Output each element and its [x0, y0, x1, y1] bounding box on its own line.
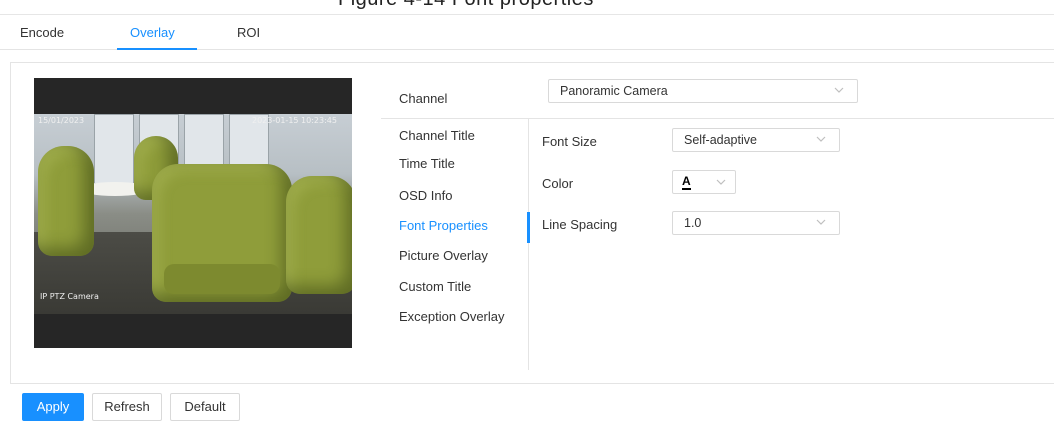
chevron-down-icon — [816, 136, 826, 142]
font-size-select[interactable]: Self-adaptive — [672, 128, 840, 152]
figure-caption-text: Figure 4-14 Font properties — [338, 0, 594, 11]
tab-encode[interactable]: Encode — [20, 25, 64, 40]
tab-overlay[interactable]: Overlay — [130, 25, 175, 40]
chevron-down-icon — [816, 219, 826, 225]
video-preview: 15/01/2023 2023-01-15 10:23:45 IP PTZ Ca… — [34, 78, 352, 348]
osd-date-text: 15/01/2023 — [38, 116, 85, 125]
menu-item-exception-overlay[interactable]: Exception Overlay — [399, 309, 505, 324]
color-picker[interactable]: A — [672, 170, 736, 194]
channel-select[interactable]: Panoramic Camera — [548, 79, 858, 103]
channel-label: Channel — [399, 91, 448, 106]
section-divider — [381, 118, 1054, 119]
tab-roi[interactable]: ROI — [237, 25, 260, 40]
color-sample-letter: A — [682, 174, 691, 188]
apply-button[interactable]: Apply — [22, 393, 84, 421]
scene-window — [94, 114, 134, 184]
active-menu-indicator — [527, 212, 530, 243]
osd-channel-title: IP PTZ Camera — [40, 292, 99, 301]
line-spacing-select[interactable]: 1.0 — [672, 211, 840, 235]
menu-item-time-title[interactable]: Time Title — [399, 156, 455, 171]
scene-chair — [286, 176, 352, 294]
color-label: Color — [542, 176, 574, 191]
osd-time-text: 2023-01-15 10:23:45 — [252, 116, 337, 125]
color-swatch — [682, 188, 691, 190]
chevron-down-icon — [834, 87, 844, 93]
menu-item-custom-title[interactable]: Custom Title — [399, 279, 471, 294]
line-spacing-label: Line Spacing — [542, 217, 618, 232]
active-tab-indicator — [117, 48, 197, 50]
tab-bar: Encode Overlay ROI — [0, 14, 1054, 50]
default-button[interactable]: Default — [170, 393, 240, 421]
scene-chair — [38, 146, 94, 256]
menu-item-picture-overlay[interactable]: Picture Overlay — [399, 248, 488, 263]
channel-select-value: Panoramic Camera — [560, 84, 668, 98]
font-size-value: Self-adaptive — [684, 133, 757, 147]
camera-scene-image — [34, 114, 352, 314]
chevron-down-icon — [716, 179, 726, 185]
menu-item-channel-title[interactable]: Channel Title — [399, 128, 475, 143]
line-spacing-value: 1.0 — [684, 216, 702, 230]
scene-chair-seat — [164, 264, 280, 294]
refresh-button[interactable]: Refresh — [92, 393, 162, 421]
figure-caption-clipped: Figure 4-14 Font properties — [0, 0, 1054, 14]
font-size-label: Font Size — [542, 134, 597, 149]
menu-item-font-properties[interactable]: Font Properties — [399, 218, 488, 233]
menu-item-osd-info[interactable]: OSD Info — [399, 188, 452, 203]
menu-divider — [528, 118, 529, 370]
